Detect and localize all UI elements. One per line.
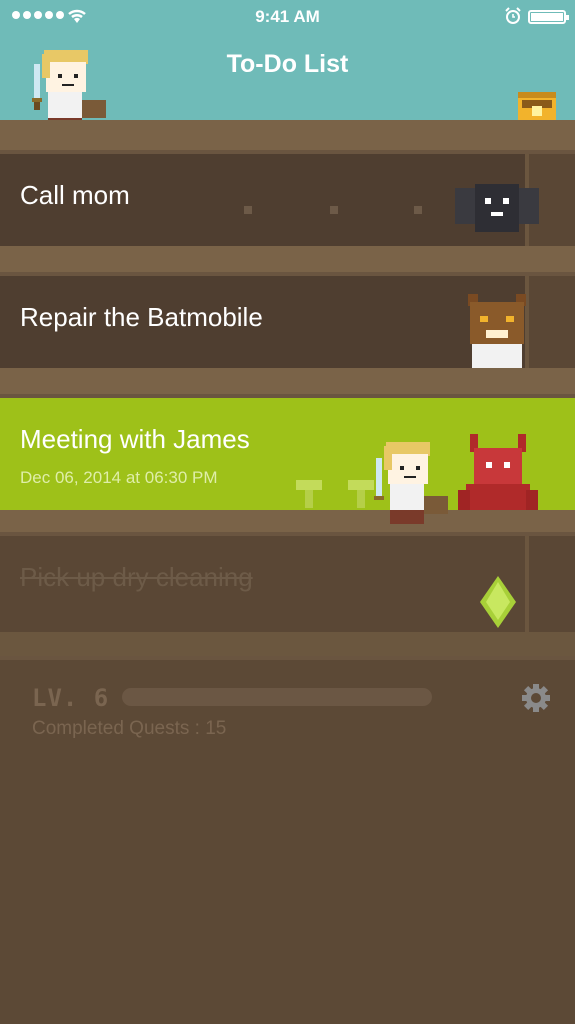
task-title: Repair the Batmobile <box>20 302 263 332</box>
gear-icon[interactable] <box>520 682 552 714</box>
page-title: To-Do List <box>226 50 349 78</box>
app-screen: 9:41 AM To-Do List Call mom Repair the B… <box>0 0 575 1024</box>
header: 9:41 AM To-Do List <box>0 0 575 130</box>
xp-progress-bar <box>122 688 432 706</box>
path-marker <box>330 206 338 214</box>
battery-icon <box>528 10 569 24</box>
task-row[interactable]: Call mom <box>0 154 575 246</box>
task-title: Meeting with James <box>20 424 250 454</box>
hero-icon <box>374 442 448 524</box>
wall-decoration <box>525 276 575 368</box>
floor-strip <box>0 246 575 276</box>
status-bar: 9:41 AM <box>0 0 575 34</box>
floor-strip <box>0 632 575 660</box>
task-row-active[interactable]: Meeting with James Dec 06, 2014 at 06:30… <box>0 398 575 524</box>
bat-icon <box>455 184 539 232</box>
task-row-completed[interactable]: Pick up dry cleaning <box>0 536 575 644</box>
task-title: Pick up dry cleaning <box>20 562 253 592</box>
status-time: 9:41 AM <box>255 7 320 26</box>
completed-quests-label: Completed Quests : 15 <box>32 718 227 739</box>
floor-strip <box>0 510 575 536</box>
task-title: Call mom <box>20 180 130 210</box>
torch-icon <box>348 480 374 508</box>
task-row[interactable]: Repair the Batmobile <box>0 276 575 380</box>
stats-panel <box>0 660 575 1024</box>
task-due-date: Dec 06, 2014 at 06:30 PM <box>20 468 218 487</box>
path-marker <box>414 206 422 214</box>
level-label: LV. 6 <box>32 684 110 712</box>
path-marker <box>244 206 252 214</box>
floor-strip <box>0 368 575 398</box>
alarm-icon <box>505 7 521 24</box>
floor-strip <box>0 120 575 154</box>
torch-icon <box>296 480 322 508</box>
wall-decoration <box>525 536 575 632</box>
